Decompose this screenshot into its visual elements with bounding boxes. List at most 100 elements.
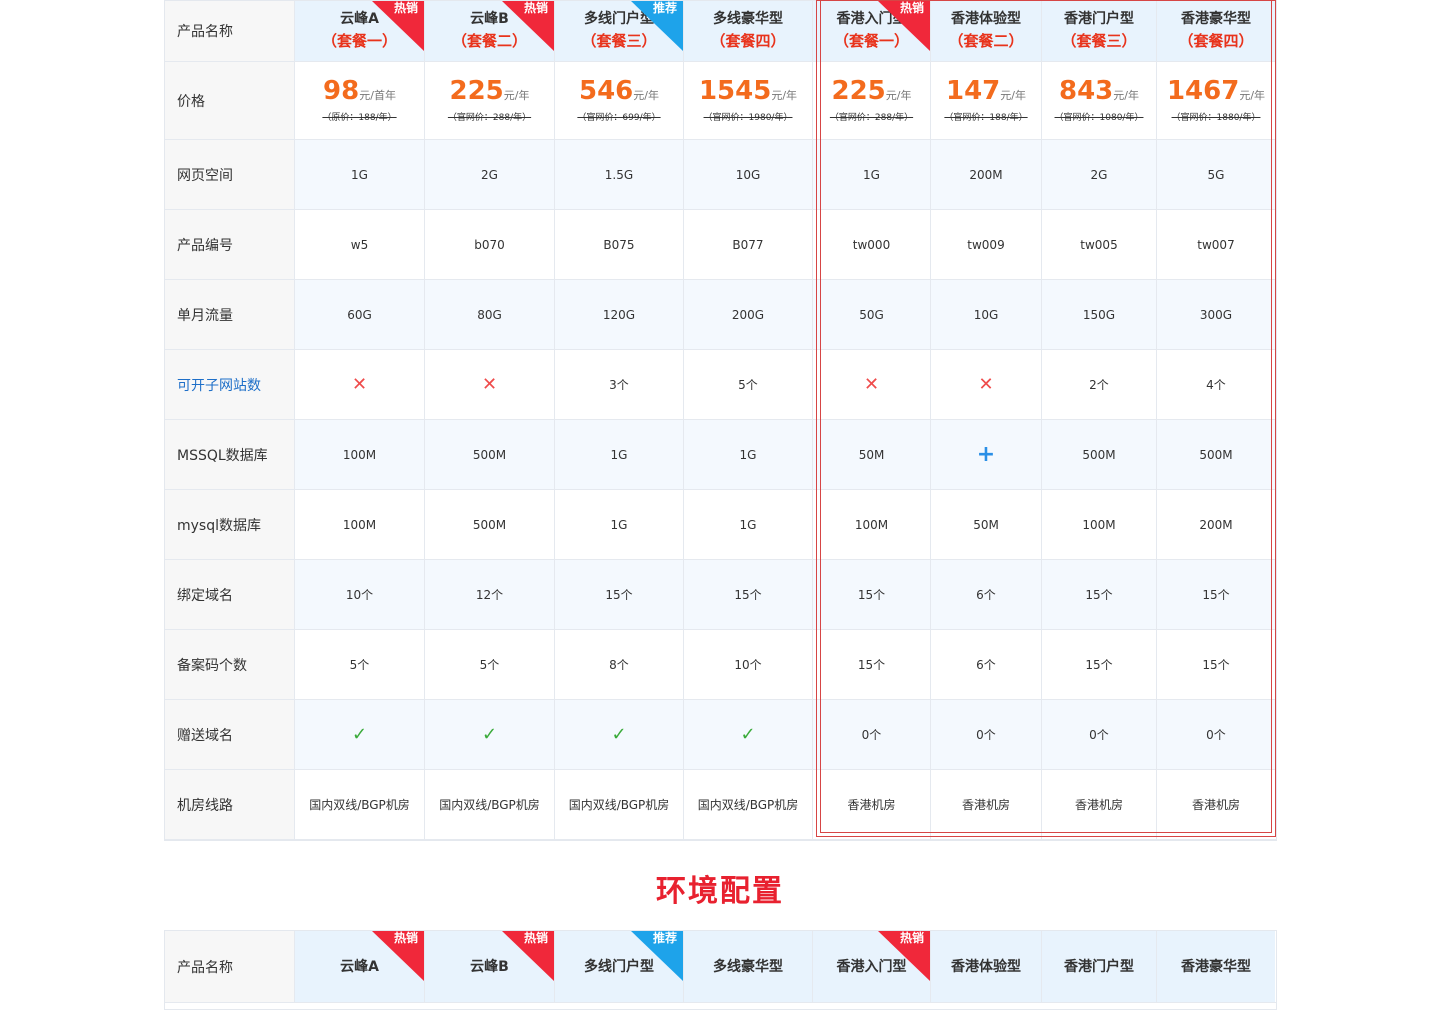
- cell-value: 100M: [854, 517, 889, 532]
- price-number: 1545: [698, 76, 772, 106]
- price-value: 843元/年: [1059, 76, 1139, 111]
- cell-gift-7: 0个: [1157, 700, 1275, 769]
- cell-mssql-5: +: [931, 420, 1042, 489]
- cell-value: 15个: [1202, 588, 1230, 602]
- price-unit: 元/首年: [359, 89, 396, 102]
- cell-space-0: 1G: [295, 140, 425, 209]
- row-label-domains: 绑定域名: [165, 560, 295, 629]
- cell-value: 200M: [969, 167, 1003, 182]
- cell-value: 1G: [610, 447, 628, 462]
- cell-domains-5: 6个: [931, 560, 1042, 629]
- cell-price-7: 1467元/年 （官网价：1880/年）: [1157, 62, 1275, 139]
- cell-value: 5G: [1207, 167, 1225, 182]
- table-row-price: 价格 98元/首年 （原价：188/年） 225元/年 （官网价：288/年） 546元/…: [165, 62, 1276, 140]
- row-label-price: 价格: [165, 62, 295, 139]
- cell-dc-5: 香港机房: [931, 770, 1042, 839]
- cell-subsites-0: ✕: [295, 350, 425, 419]
- product-name: 香港豪华型: [1181, 958, 1251, 975]
- badge-text: 热销: [899, 1, 924, 15]
- row-label-hdr: 产品名称: [165, 1, 295, 61]
- product-name: 香港门户型: [1064, 958, 1134, 975]
- price-unit: 元/年: [885, 89, 912, 102]
- product-package: （套餐四）: [1178, 32, 1254, 50]
- cell-subsites-4: ✕: [813, 350, 931, 419]
- cell-subsites-1: ✕: [425, 350, 555, 419]
- cell-value: 200M: [1199, 517, 1233, 532]
- badge-text: 热销: [393, 1, 418, 15]
- cell-value: 3个: [609, 378, 629, 392]
- cell-traffic-4: 50G: [813, 280, 931, 349]
- row-label-code: 产品编号: [165, 210, 295, 279]
- cell-traffic-0: 60G: [295, 280, 425, 349]
- environment-table: 产品名称 云峰A 热销 云峰B 热销 多线门户型 推荐 多线豪华型 香港入门型 热销 香港体验型 香港…: [164, 930, 1277, 1010]
- cell-mssql-2: 1G: [555, 420, 684, 489]
- cell-mssql-0: 100M: [295, 420, 425, 489]
- cell-value: B077: [732, 237, 764, 252]
- cell-price-2: 546元/年 （官网价：699/年）: [555, 62, 684, 139]
- price-value: 147元/年: [946, 76, 1026, 111]
- price-number: 225: [831, 76, 886, 106]
- original-price: （官网价：1080/年）: [1054, 113, 1144, 123]
- cell-value: 香港机房: [1074, 798, 1123, 812]
- cell-value: 150G: [1082, 307, 1116, 322]
- badge-text: 热销: [523, 1, 548, 15]
- cell-space-4: 1G: [813, 140, 931, 209]
- env-header-cell-7: 香港豪华型: [1157, 931, 1275, 1002]
- cell-value: 0个: [1206, 728, 1226, 742]
- cell-value: 0个: [861, 728, 882, 742]
- cell-mysql-2: 1G: [555, 490, 684, 559]
- cell-dc-0: 国内双线/BGP机房: [295, 770, 425, 839]
- cell-value: 10G: [973, 307, 999, 322]
- row-label-traffic: 单月流量: [165, 280, 295, 349]
- cell-value: 100M: [342, 447, 377, 462]
- env-table-header-row: 产品名称 云峰A 热销 云峰B 热销 多线门户型 推荐 多线豪华型 香港入门型 热销 香港体验型 香港…: [165, 931, 1276, 1003]
- row-label-dc: 机房线路: [165, 770, 295, 839]
- badge-text: 推荐: [652, 931, 677, 945]
- cell-dc-1: 国内双线/BGP机房: [425, 770, 555, 839]
- cell-value: tw000: [852, 237, 891, 252]
- cell-subsites-5: ✕: [931, 350, 1042, 419]
- product-name: 多线豪华型: [713, 11, 783, 27]
- cell-gift-6: 0个: [1042, 700, 1157, 769]
- cell-value: 1G: [739, 447, 757, 462]
- product-name: 多线豪华型: [713, 958, 783, 975]
- table-row-dc: 机房线路 国内双线/BGP机房 国内双线/BGP机房 国内双线/BGP机房 国内双线/B…: [165, 770, 1276, 840]
- price-number: 843: [1059, 76, 1114, 106]
- row-label-subsites[interactable]: 可开子网站数: [165, 350, 295, 419]
- cell-domains-4: 15个: [813, 560, 931, 629]
- cell-mysql-0: 100M: [295, 490, 425, 559]
- cell-price-4: 225元/年 （官网价：288/年）: [813, 62, 931, 139]
- cell-icp-7: 15个: [1157, 630, 1275, 699]
- cell-value: B075: [603, 237, 635, 252]
- product-name: 香港豪华型: [1181, 11, 1251, 27]
- cell-mysql-6: 100M: [1042, 490, 1157, 559]
- cell-value: 50M: [858, 447, 885, 462]
- cell-value: 0个: [976, 728, 996, 742]
- cell-code-5: tw009: [931, 210, 1042, 279]
- cell-value: 15个: [1202, 658, 1230, 672]
- cell-value: 1.5G: [604, 167, 634, 182]
- row-label-mysql: mysql数据库: [165, 490, 295, 559]
- cell-value: 2个: [1089, 378, 1109, 392]
- cell-mysql-3: 1G: [684, 490, 813, 559]
- cell-price-6: 843元/年 （官网价：1080/年）: [1042, 62, 1157, 139]
- price-number: 546: [579, 76, 634, 106]
- cell-traffic-7: 300G: [1157, 280, 1275, 349]
- cell-traffic-5: 10G: [931, 280, 1042, 349]
- cell-value: 200G: [731, 307, 765, 322]
- cell-value: 10个: [345, 588, 374, 602]
- price-value: 225元/年: [832, 76, 912, 111]
- cell-value: 50G: [859, 307, 884, 322]
- price-value: 546元/年: [579, 76, 659, 111]
- check-icon: ✓: [481, 724, 498, 745]
- cell-code-1: b070: [425, 210, 555, 279]
- cell-value: 100M: [342, 517, 377, 532]
- cell-value: 5个: [738, 378, 758, 392]
- row-label-mssql: MSSQL数据库: [165, 420, 295, 489]
- cell-value: 香港机房: [961, 798, 1010, 812]
- cell-value: tw007: [1197, 237, 1235, 252]
- cell-dc-7: 香港机房: [1157, 770, 1275, 839]
- table-row-icp: 备案码个数 5个 5个 8个 10个 15个 6个 15个 15个: [165, 630, 1276, 700]
- original-price: （官网价：699/年）: [577, 113, 661, 123]
- cell-price-0: 98元/首年 （原价：188/年）: [295, 62, 425, 139]
